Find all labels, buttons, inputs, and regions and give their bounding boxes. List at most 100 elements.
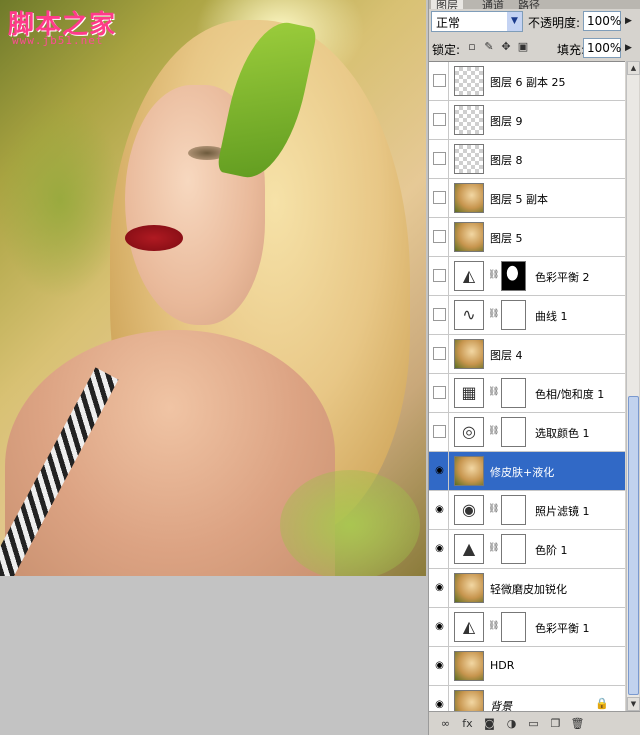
fill-arrow-icon[interactable]: ▶ [623, 38, 634, 58]
layer-name[interactable]: 图层 4 [490, 347, 523, 363]
tab-paths[interactable]: 路径 [513, 0, 545, 9]
visibility-checkbox[interactable] [433, 113, 446, 126]
layer-name[interactable]: 色相/饱和度 1 [535, 386, 604, 402]
visibility-toggle[interactable] [429, 62, 449, 100]
new-layer-icon[interactable]: ❐ [547, 717, 564, 730]
lock-transparency-icon[interactable]: ▫ [465, 40, 479, 54]
layer-thumbnail[interactable] [454, 690, 484, 711]
visibility-toggle[interactable] [429, 140, 449, 178]
layer-row[interactable]: 图层 8 [429, 140, 625, 179]
visibility-checkbox[interactable] [433, 230, 446, 243]
layer-name[interactable]: HDR [490, 659, 514, 672]
layer-thumbnail[interactable]: ◉ [454, 495, 484, 525]
link-icon[interactable]: ⛓ [488, 504, 499, 516]
layer-name[interactable]: 图层 8 [490, 152, 523, 168]
visibility-checkbox[interactable] [433, 308, 446, 321]
visibility-toggle[interactable]: ◉ [429, 647, 449, 685]
fill-input[interactable]: 100% [583, 38, 621, 58]
layer-thumbnail[interactable]: ◎ [454, 417, 484, 447]
layer-mask-thumbnail[interactable] [501, 378, 526, 408]
layer-thumbnail[interactable] [454, 66, 484, 96]
layer-row[interactable]: ◉ HDR [429, 647, 625, 686]
layer-row[interactable]: ◉ ◭ ⛓ 色彩平衡 1 [429, 608, 625, 647]
visibility-toggle[interactable] [429, 374, 449, 412]
tab-channels[interactable]: 通道 [477, 0, 509, 9]
scroll-down-icon[interactable]: ▼ [627, 697, 640, 711]
layer-thumbnail[interactable] [454, 339, 484, 369]
layer-name[interactable]: 选取颜色 1 [535, 425, 590, 441]
visibility-toggle[interactable] [429, 296, 449, 334]
visibility-toggle[interactable]: ◉ [429, 608, 449, 646]
visibility-toggle[interactable] [429, 335, 449, 373]
layer-row[interactable]: ◉ 轻微磨皮加锐化 [429, 569, 625, 608]
layer-list-scrollbar[interactable]: ▲ ▼ [626, 61, 640, 711]
eye-icon[interactable]: ◉ [433, 503, 446, 516]
eye-icon[interactable]: ◉ [433, 698, 446, 711]
layer-name[interactable]: 色彩平衡 2 [535, 269, 590, 285]
visibility-toggle[interactable] [429, 101, 449, 139]
visibility-toggle[interactable]: ◉ [429, 530, 449, 568]
layer-thumbnail[interactable] [454, 651, 484, 681]
layer-thumbnail[interactable]: ◭ [454, 261, 484, 291]
layer-thumbnail[interactable] [454, 573, 484, 603]
visibility-checkbox[interactable] [433, 347, 446, 360]
layer-list[interactable]: 图层 6 副本 25 图层 9 图层 8 图层 5 副本 图层 5 ◭ ⛓ 色彩平衡 2 ∿ ⛓ 曲… [429, 61, 625, 711]
visibility-toggle[interactable] [429, 257, 449, 295]
layer-row[interactable]: 图层 5 [429, 218, 625, 257]
eye-icon[interactable]: ◉ [433, 464, 446, 477]
layer-thumbnail[interactable]: ▦ [454, 378, 484, 408]
link-icon[interactable]: ⛓ [488, 270, 499, 282]
layer-thumbnail[interactable] [454, 144, 484, 174]
trash-icon[interactable]: 🗑 [569, 717, 586, 730]
link-icon[interactable]: ⛓ [488, 309, 499, 321]
layer-mask-thumbnail[interactable] [501, 534, 526, 564]
link-icon[interactable]: ⛓ [488, 426, 499, 438]
layer-mask-thumbnail[interactable] [501, 300, 526, 330]
eye-icon[interactable]: ◉ [433, 542, 446, 555]
layer-row[interactable]: ◭ ⛓ 色彩平衡 2 [429, 257, 625, 296]
eye-icon[interactable]: ◉ [433, 659, 446, 672]
fx-icon[interactable]: fx [459, 717, 476, 730]
layer-name[interactable]: 图层 5 [490, 230, 523, 246]
layer-name[interactable]: 曲线 1 [535, 308, 568, 324]
layer-mask-thumbnail[interactable] [501, 261, 526, 291]
visibility-checkbox[interactable] [433, 425, 446, 438]
layer-thumbnail[interactable] [454, 456, 484, 486]
visibility-toggle[interactable] [429, 218, 449, 256]
link-icon[interactable]: ⛓ [488, 621, 499, 633]
eye-icon[interactable]: ◉ [433, 620, 446, 633]
add-mask-icon[interactable]: ◙ [481, 717, 498, 730]
layer-mask-thumbnail[interactable] [501, 612, 526, 642]
layer-row[interactable]: 图层 9 [429, 101, 625, 140]
visibility-toggle[interactable]: ◉ [429, 686, 449, 711]
layer-name[interactable]: 图层 6 副本 25 [490, 74, 566, 90]
link-icon[interactable]: ⛓ [488, 543, 499, 555]
visibility-checkbox[interactable] [433, 152, 446, 165]
document-image[interactable]: 脚本之家 www.jb51.net [0, 0, 426, 576]
layer-name[interactable]: 图层 9 [490, 113, 523, 129]
layer-thumbnail[interactable] [454, 222, 484, 252]
layer-name[interactable]: 修皮肤+液化 [490, 464, 554, 480]
chevron-down-icon[interactable]: ▼ [507, 12, 522, 31]
visibility-checkbox[interactable] [433, 191, 446, 204]
lock-all-icon[interactable]: ▣ [516, 40, 530, 54]
layer-name[interactable]: 色阶 1 [535, 542, 568, 558]
layer-row[interactable]: ◉ ◉ ⛓ 照片滤镜 1 [429, 491, 625, 530]
tab-layers[interactable]: 图层 [431, 0, 463, 9]
layer-mask-thumbnail[interactable] [501, 417, 526, 447]
layer-thumbnail[interactable]: ▲ [454, 534, 484, 564]
adjustment-layer-icon[interactable]: ◑ [503, 717, 520, 730]
layer-row[interactable]: ◉ 背景 🔒 [429, 686, 625, 711]
layer-thumbnail[interactable] [454, 183, 484, 213]
visibility-toggle[interactable]: ◉ [429, 569, 449, 607]
opacity-arrow-icon[interactable]: ▶ [623, 11, 634, 31]
layer-row[interactable]: 图层 4 [429, 335, 625, 374]
blend-mode-select[interactable]: 正常 ▼ [431, 11, 523, 32]
lock-paint-icon[interactable]: ✎ [482, 40, 496, 54]
layer-name[interactable]: 背景 [490, 698, 512, 711]
document-canvas-area[interactable]: 脚本之家 www.jb51.net [0, 0, 428, 735]
group-icon[interactable]: ▭ [525, 717, 542, 730]
layer-thumbnail[interactable]: ∿ [454, 300, 484, 330]
scroll-up-icon[interactable]: ▲ [627, 61, 640, 75]
layer-row[interactable]: ◉ ▲ ⛓ 色阶 1 [429, 530, 625, 569]
